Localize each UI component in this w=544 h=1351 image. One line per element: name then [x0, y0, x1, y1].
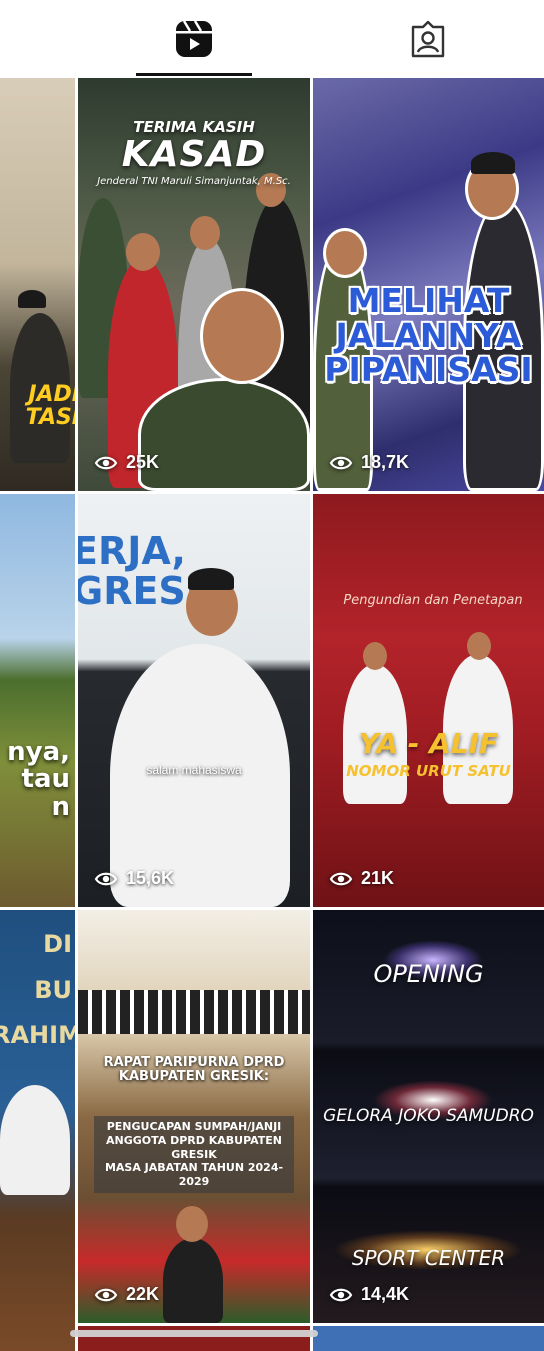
reel-tile-5[interactable]: ERJA, GRESIK salam mahasiswa 15,6K [78, 494, 310, 907]
reel-tile-8-headline: RAPAT PARIPURNA DPRD KABUPATEN GRESIK: [103, 1055, 285, 1084]
reel-tile-4[interactable]: nya, tau n [0, 494, 75, 907]
profile-tab-bar [0, 0, 544, 78]
reel-tile-5-views: 15,6K [94, 868, 174, 889]
reel-tile-3-headline: MELIHAT JALANNYA PIPANISASI [324, 281, 533, 390]
reel-tile-8-crowd [78, 990, 310, 1034]
reel-tile-5-caption: salam mahasiswa [146, 763, 242, 777]
reels-grid: JADI TASI TERIMA KASIH KASAD Jenderal TN… [0, 78, 544, 1351]
view-count: 25K [126, 452, 160, 472]
tab-tagged[interactable] [350, 0, 506, 78]
reel-tile-6-subheadline: NOMOR URUT SATU [346, 762, 511, 780]
reel-tile-7[interactable]: DI BU RAHIM [0, 910, 75, 1351]
reel-tile-2[interactable]: TERIMA KASIH KASAD Jenderal TNI Maruli S… [78, 78, 310, 491]
view-count: 15,6K [126, 868, 175, 888]
view-count: 22K [126, 1284, 160, 1304]
reel-tile-9-views: 14,4K [329, 1284, 409, 1305]
reel-tile-9-label-1: OPENING [373, 960, 484, 988]
reel-tile-6-headline: YA - ALIF [358, 727, 499, 760]
active-tab-indicator [136, 73, 252, 76]
reel-tile-1[interactable]: JADI TASI [0, 78, 75, 491]
tab-reels[interactable] [116, 0, 272, 78]
reel-tile-1-overlay: JADI TASI [25, 382, 75, 431]
reel-tile-8-views: 22K [94, 1284, 159, 1305]
play-count-icon [94, 1288, 118, 1301]
play-count-icon [94, 872, 118, 885]
reel-tile-2-caption: Jenderal TNI Maruli Simanjuntak, M.Sc. [97, 176, 291, 187]
reel-tile-2-title: KASAD [121, 134, 267, 175]
horizontal-scrollbar[interactable] [70, 1330, 318, 1337]
tagged-person-icon [411, 20, 445, 58]
reels-icon [176, 20, 212, 57]
reel-tile-2-views: 25K [94, 452, 159, 473]
reel-tile-7-overlay: DI BU RAHIM [0, 930, 75, 1050]
reel-tile-9-label-3: SPORT CENTER [351, 1246, 506, 1270]
reel-tile-9[interactable]: OPENING GELORA JOKO SAMUDRO SPORT CENTER… [313, 910, 544, 1323]
reel-tile-4-overlay: nya, tau n [7, 737, 70, 822]
view-count: 18,7K [361, 452, 410, 472]
reel-tile-8-subheadline: PENGUCAPAN SUMPAH/JANJI ANGGOTA DPRD KAB… [94, 1116, 294, 1193]
view-count: 21K [361, 868, 395, 888]
view-count: 14,4K [361, 1284, 410, 1304]
reel-tile-6[interactable]: Pengundian dan Penetapan YA - ALIF NOMOR… [313, 494, 544, 907]
reel-tile-6-views: 21K [329, 868, 394, 889]
reel-tile-11[interactable] [313, 1326, 544, 1351]
reel-tile-9-label-2: GELORA JOKO SAMUDRO [323, 1106, 534, 1126]
play-count-icon [329, 456, 353, 469]
play-count-icon [329, 872, 353, 885]
play-count-icon [329, 1288, 353, 1301]
play-count-icon [94, 456, 118, 469]
reel-tile-3[interactable]: MELIHAT JALANNYA PIPANISASI 18,7K [313, 78, 544, 491]
reel-tile-3-views: 18,7K [329, 452, 409, 473]
reel-tile-6-script: Pengundian dan Penetapan [343, 593, 523, 608]
reel-tile-8[interactable]: RAPAT PARIPURNA DPRD KABUPATEN GRESIK: P… [78, 910, 310, 1323]
